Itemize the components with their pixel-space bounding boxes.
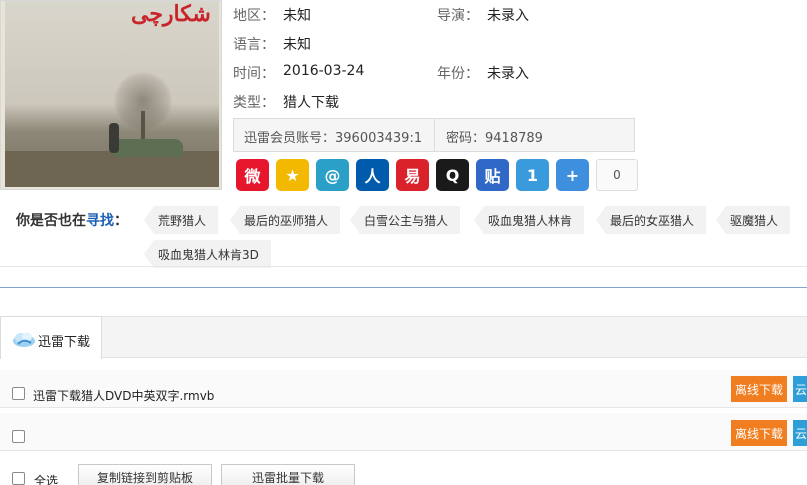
type-value[interactable]: 猎人下载 (283, 92, 339, 112)
tab-thunder-download[interactable]: 迅雷下载 (0, 316, 102, 359)
download-row: 离线下载 云 (0, 413, 807, 451)
share-count[interactable]: 0 (596, 159, 638, 191)
select-all-checkbox[interactable] (12, 472, 25, 485)
qzone-icon[interactable]: ★ (276, 159, 309, 191)
thunder-cloud-icon (13, 332, 35, 347)
year-label: 年份： (437, 66, 479, 82)
select-all-label: 全选 (34, 474, 59, 485)
related-tag[interactable]: 白雪公主与猎人 (350, 206, 461, 234)
related-search-title: 你是否也在寻找： (16, 210, 128, 230)
related-tag[interactable]: 吸血鬼猎人林肯 (474, 206, 585, 234)
more-share-icon[interactable]: + (556, 159, 589, 191)
account-text: 迅雷会员账号：396003439:1 (244, 131, 423, 146)
related-tag[interactable]: 荒野猎人 (144, 206, 219, 234)
time-label: 时间： (233, 66, 275, 82)
qq-icon[interactable]: Q (436, 159, 469, 191)
download-section-divider (0, 287, 807, 288)
director-value: 未录入 (487, 8, 529, 24)
section-divider (0, 266, 807, 267)
related-tag[interactable]: 驱魔猎人 (716, 206, 791, 234)
cloud-play-button[interactable]: 云 (793, 420, 807, 446)
tencent-weibo-icon[interactable]: @ (316, 159, 349, 191)
cloud-play-button[interactable]: 云 (793, 376, 807, 402)
download-checkbox[interactable] (12, 387, 25, 400)
poster-figure (109, 123, 119, 153)
tab-label: 迅雷下载 (38, 335, 91, 350)
movie-poster[interactable]: شکارچی (0, 0, 222, 190)
account-separator (434, 119, 435, 151)
related-search-suffix: ： (114, 213, 128, 229)
download-file-link[interactable]: 迅雷下载猎人DVD中英双字.rmvb (33, 387, 214, 404)
poster-ground (5, 151, 219, 187)
download-row: 迅雷下载猎人DVD中英双字.rmvb 离线下载 云 (0, 370, 807, 408)
download-actions-bar: 全选 复制链接到剪贴板 迅雷批量下载 (0, 460, 807, 485)
region-value: 未知 (283, 8, 311, 24)
weibo-icon[interactable]: 微 (236, 159, 269, 191)
offline-download-button[interactable]: 离线下载 (731, 420, 787, 446)
kaixin-icon[interactable]: 1 (516, 159, 549, 191)
language-value: 未知 (283, 37, 311, 53)
download-checkbox[interactable] (12, 430, 25, 443)
related-tag[interactable]: 最后的女巫猎人 (596, 206, 707, 234)
account-box: 迅雷会员账号：396003439:1 密码：9418789 (233, 118, 635, 152)
related-search-prefix: 你是否也在 (16, 213, 86, 229)
language-label: 语言： (233, 37, 275, 53)
tieba-icon[interactable]: 贴 (476, 159, 509, 191)
poster-title-art: شکارچی (131, 1, 211, 27)
offline-download-button[interactable]: 离线下载 (731, 376, 787, 402)
copy-links-button[interactable]: 复制链接到剪贴板 (78, 464, 212, 485)
renren-icon[interactable]: 人 (356, 159, 389, 191)
related-search-highlight: 寻找 (86, 213, 114, 229)
type-label: 类型： (233, 95, 275, 111)
region-label: 地区： (233, 8, 275, 24)
time-value: 2016-03-24 (283, 63, 365, 79)
year-value: 未录入 (487, 66, 529, 82)
related-tag[interactable]: 吸血鬼猎人林肯3D (144, 240, 271, 268)
netease-icon[interactable]: 易 (396, 159, 429, 191)
batch-download-button[interactable]: 迅雷批量下载 (221, 464, 355, 485)
director-label: 导演： (437, 8, 479, 24)
download-tab-strip (0, 316, 807, 358)
password-text: 密码：9418789 (446, 131, 543, 146)
poster-car (113, 139, 183, 157)
related-tag[interactable]: 最后的巫师猎人 (230, 206, 341, 234)
